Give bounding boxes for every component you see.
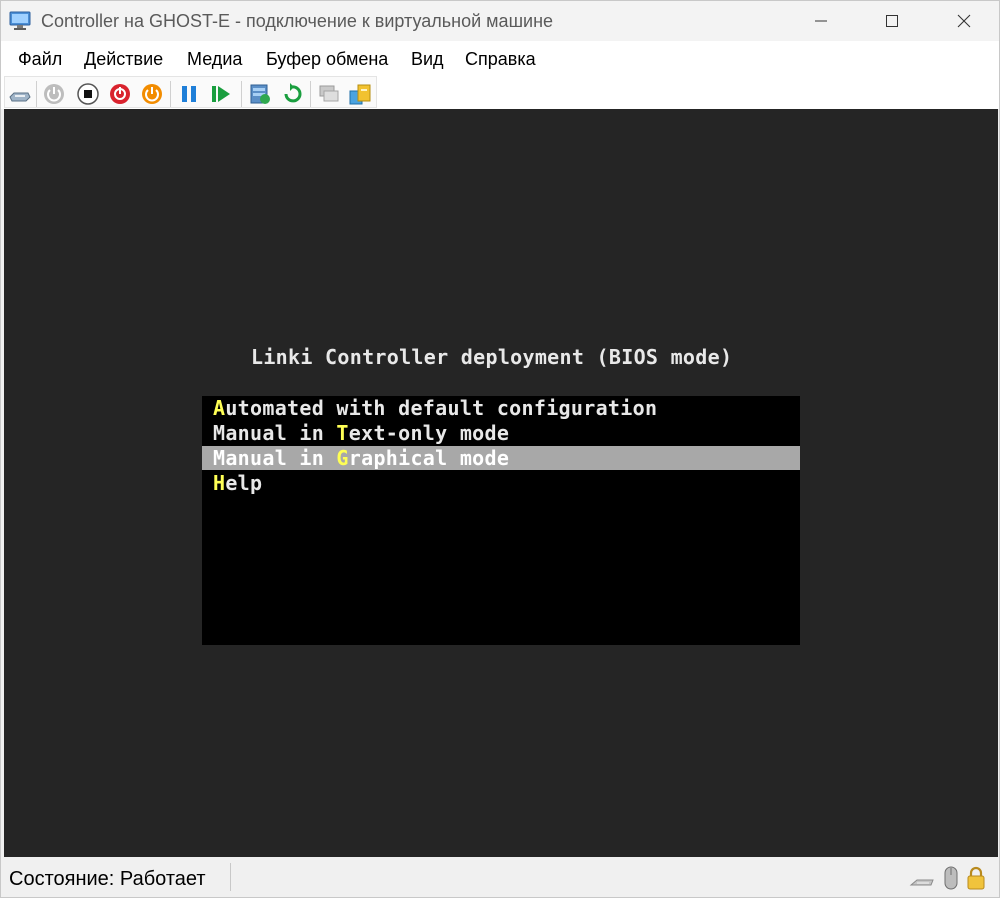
menu-view[interactable]: Вид (411, 49, 444, 70)
menu-bar: Файл Действие Медиа Буфер обмена Вид Спр… (1, 41, 999, 75)
minimize-button[interactable] (786, 1, 856, 41)
toolbar-group (4, 76, 377, 108)
toolbar-separator (36, 81, 37, 107)
checkpoint-icon[interactable] (248, 82, 272, 106)
share-icon[interactable] (348, 82, 372, 106)
minimize-icon (815, 20, 827, 22)
status-bar: Состояние: Работает (1, 857, 999, 897)
status-separator (230, 863, 231, 891)
maximize-button[interactable] (857, 1, 927, 41)
boot-menu: Automated with default configuration Man… (202, 396, 800, 645)
close-icon (957, 14, 971, 28)
option-text: ext-only mode (348, 421, 510, 445)
revert-icon[interactable] (280, 82, 304, 106)
keyboard-icon (909, 879, 934, 886)
boot-menu-title: Linki Controller deployment (BIOS mode) (251, 345, 733, 369)
option-hotkey: A (213, 396, 226, 420)
window-title: Controller на GHOST-E - подключение к ви… (41, 11, 554, 31)
mouse-icon (944, 866, 958, 890)
toolbar (1, 75, 999, 109)
option-text: Manual in (213, 446, 337, 470)
vm-screen[interactable]: Linki Controller deployment (BIOS mode) … (4, 109, 998, 857)
vm-status: Состояние: Работает (9, 868, 206, 890)
pause-icon[interactable] (177, 82, 201, 106)
enhanced-session-icon[interactable] (317, 82, 341, 106)
toolbar-separator (170, 81, 171, 107)
boot-option-automated[interactable]: Automated with default configuration (202, 396, 800, 420)
option-hotkey: T (336, 421, 349, 445)
toolbar-separator (310, 81, 311, 107)
boot-option-text-mode[interactable]: Manual in Text-only mode (202, 421, 800, 445)
resume-icon[interactable] (209, 82, 233, 106)
menu-file[interactable]: Файл (18, 49, 62, 70)
menu-help[interactable]: Справка (465, 49, 536, 70)
boot-console: Linki Controller deployment (BIOS mode) … (4, 109, 998, 857)
option-hotkey: H (213, 471, 226, 495)
option-text: elp (225, 471, 263, 495)
option-hotkey: G (336, 446, 349, 470)
maximize-icon (886, 15, 898, 27)
boot-option-help[interactable]: Help (202, 471, 800, 495)
lock-icon (967, 866, 985, 890)
option-text: utomated with default configuration (225, 396, 658, 420)
vm-connection-window: Controller на GHOST-E - подключение к ви… (0, 0, 1000, 898)
ctrl-alt-del-icon[interactable] (8, 82, 32, 106)
shut-down-icon[interactable] (108, 82, 132, 106)
vm-connect-app-icon (9, 11, 31, 30)
title-bar[interactable]: Controller на GHOST-E - подключение к ви… (1, 1, 999, 41)
toolbar-separator (241, 81, 242, 107)
boot-option-graphical-mode[interactable]: Manual in Graphical mode (202, 446, 800, 470)
menu-action[interactable]: Действие (84, 49, 163, 70)
menu-media[interactable]: Медиа (187, 49, 242, 70)
turn-off-icon[interactable] (76, 82, 100, 106)
save-state-icon[interactable] (140, 82, 164, 106)
option-text: Manual in (213, 421, 337, 445)
close-button[interactable] (929, 1, 999, 41)
menu-clipboard[interactable]: Буфер обмена (266, 49, 388, 70)
option-text: raphical mode (348, 446, 510, 470)
start-icon[interactable] (42, 82, 66, 106)
